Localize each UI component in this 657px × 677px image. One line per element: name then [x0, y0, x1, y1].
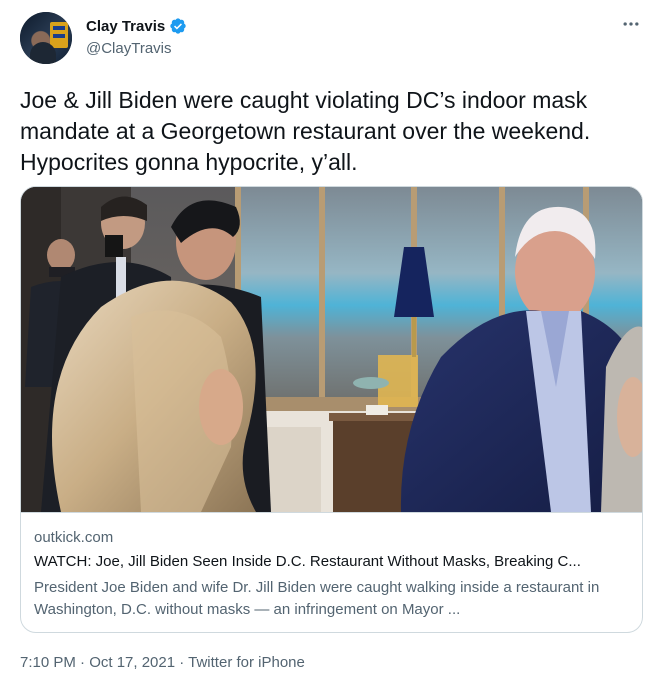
- card-description: President Joe Biden and wife Dr. Jill Bi…: [34, 579, 600, 618]
- handle[interactable]: @ClayTravis: [86, 40, 172, 57]
- tweet-text: Joe & Jill Biden were caught violating D…: [20, 87, 591, 175]
- verified-badge-icon: [170, 18, 186, 34]
- link-card[interactable]: outkick.com WATCH: Joe, Jill Biden Seen …: [20, 186, 643, 633]
- card-meta[interactable]: outkick.com WATCH: Joe, Jill Biden Seen …: [21, 512, 642, 632]
- card-domain: outkick.com: [34, 529, 114, 546]
- tweet-timestamp[interactable]: 7:10 PM · Oct 17, 2021 · Twitter for iPh…: [20, 654, 305, 671]
- author-name-row[interactable]: Clay Travis: [86, 16, 187, 36]
- card-title: WATCH: Joe, Jill Biden Seen Inside D.C. …: [34, 553, 581, 570]
- more-options-icon[interactable]: [619, 12, 643, 36]
- card-image[interactable]: [21, 187, 642, 512]
- display-name[interactable]: Clay Travis: [86, 18, 165, 35]
- avatar[interactable]: [20, 12, 72, 64]
- tweet: Clay Travis @ClayTravis Joe & Jill Biden…: [0, 0, 657, 677]
